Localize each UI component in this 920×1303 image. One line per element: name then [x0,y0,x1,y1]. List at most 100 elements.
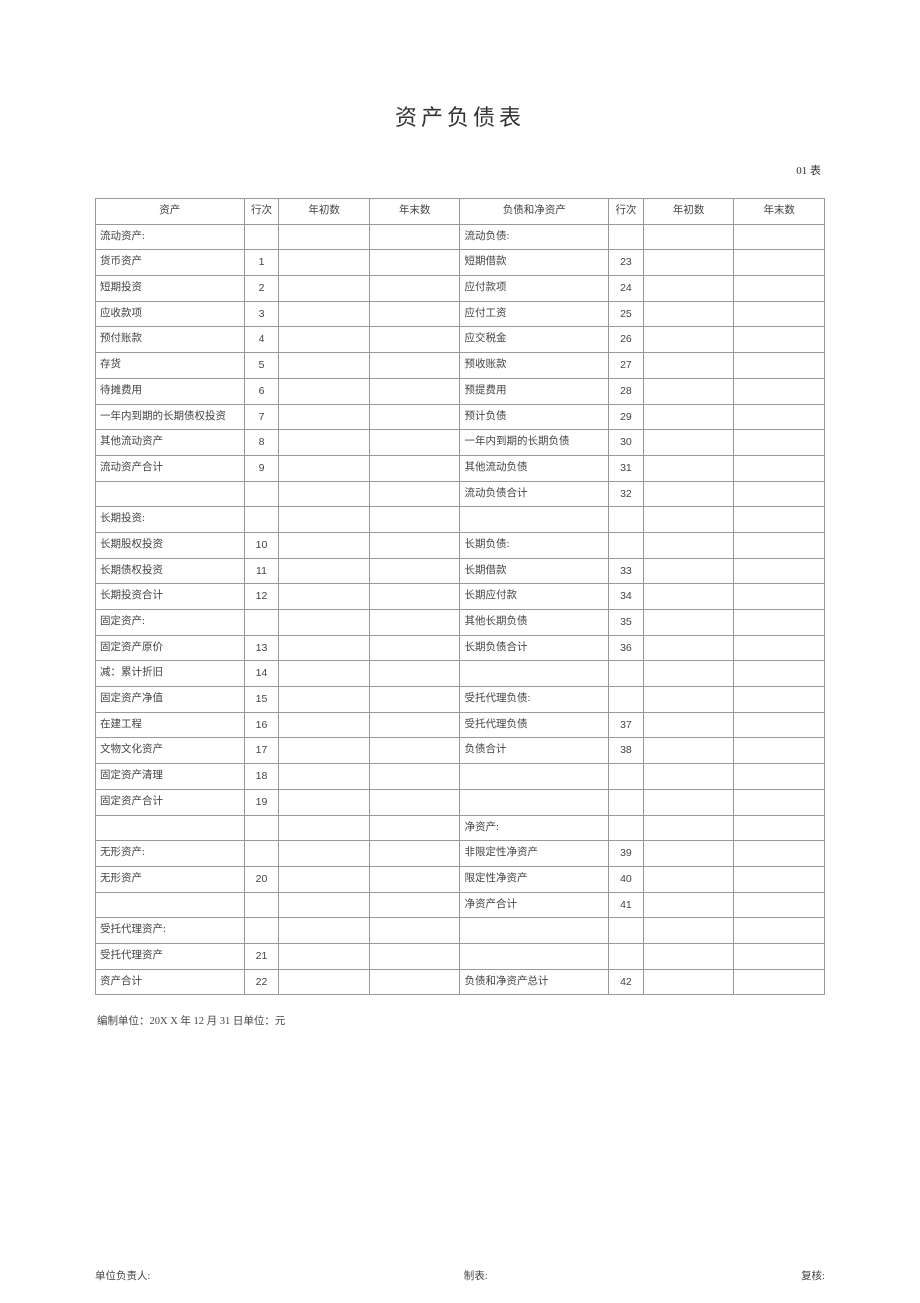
liab-end-cell [734,969,825,995]
footer-reviewer: 复核: [801,1268,825,1283]
table-row: 无形资产20限定性净资产40 [96,866,825,892]
asset-line-cell: 10 [244,532,279,558]
table-row: 文物文化资产17负债合计38 [96,738,825,764]
asset-label-cell: 一年内到期的长期债权投资 [96,404,245,430]
liab-begin-cell [643,455,734,481]
balance-sheet-table: 资产 行次 年初数 年末数 负债和净资产 行次 年初数 年末数 流动资产:流动负… [95,198,825,995]
table-row: 净资产合计41 [96,892,825,918]
page-footer: 单位负责人: 制表: 复核: [0,1268,920,1283]
asset-begin-cell [279,789,370,815]
asset-label-cell: 长期投资: [96,507,245,533]
asset-end-cell [369,353,460,379]
liab-begin-cell [643,789,734,815]
liab-label-cell: 长期负债合计 [460,635,609,661]
liab-end-cell [734,635,825,661]
asset-label-cell: 其他流动资产 [96,430,245,456]
asset-begin-cell [279,558,370,584]
footer-preparer: 制表: [464,1268,488,1283]
asset-begin-cell [279,738,370,764]
liab-begin-cell [643,301,734,327]
table-row: 应收款项3应付工资25 [96,301,825,327]
asset-end-cell [369,404,460,430]
liab-begin-cell [643,404,734,430]
liab-line-cell: 39 [609,841,644,867]
liab-label-cell: 应付工资 [460,301,609,327]
asset-line-cell [244,892,279,918]
asset-begin-cell [279,455,370,481]
liab-end-cell [734,841,825,867]
table-row: 受托代理资产: [96,918,825,944]
asset-line-cell: 19 [244,789,279,815]
liab-begin-cell [643,738,734,764]
asset-end-cell [369,661,460,687]
asset-label-cell [96,815,245,841]
header-end-right: 年末数 [734,199,825,225]
liab-begin-cell [643,943,734,969]
liab-begin-cell [643,584,734,610]
liab-label-cell: 长期借款 [460,558,609,584]
table-row: 长期股权投资10长期负债: [96,532,825,558]
asset-begin-cell [279,250,370,276]
table-row: 长期债权投资11长期借款33 [96,558,825,584]
asset-begin-cell [279,712,370,738]
liab-begin-cell [643,378,734,404]
asset-line-cell: 8 [244,430,279,456]
liab-label-cell: 非限定性净资产 [460,841,609,867]
asset-end-cell [369,943,460,969]
liab-label-cell: 应付款项 [460,276,609,302]
liab-begin-cell [643,507,734,533]
asset-begin-cell [279,481,370,507]
asset-line-cell: 11 [244,558,279,584]
asset-end-cell [369,430,460,456]
asset-end-cell [369,327,460,353]
liab-line-cell: 34 [609,584,644,610]
liab-begin-cell [643,430,734,456]
asset-line-cell [244,224,279,250]
asset-end-cell [369,841,460,867]
liab-label-cell: 负债和净资产总计 [460,969,609,995]
asset-label-cell [96,892,245,918]
table-row: 受托代理资产21 [96,943,825,969]
asset-end-cell [369,738,460,764]
asset-line-cell: 21 [244,943,279,969]
header-line-left: 行次 [244,199,279,225]
liab-line-cell: 32 [609,481,644,507]
table-row: 在建工程16受托代理负债37 [96,712,825,738]
asset-line-cell: 6 [244,378,279,404]
liab-end-cell [734,507,825,533]
liab-line-cell [609,507,644,533]
liab-end-cell [734,404,825,430]
liab-line-cell: 25 [609,301,644,327]
asset-end-cell [369,969,460,995]
asset-label-cell: 待摊费用 [96,378,245,404]
liab-end-cell [734,712,825,738]
liab-begin-cell [643,815,734,841]
liab-label-cell [460,943,609,969]
liab-end-cell [734,455,825,481]
liab-label-cell: 长期负债: [460,532,609,558]
asset-line-cell [244,507,279,533]
liab-end-cell [734,276,825,302]
liab-end-cell [734,687,825,713]
liab-end-cell [734,764,825,790]
liab-label-cell: 净资产合计 [460,892,609,918]
liab-label-cell: 预提费用 [460,378,609,404]
liab-begin-cell [643,276,734,302]
compilation-note: 编制单位：20X X 年 12 月 31 日单位：元 [95,1013,825,1028]
footer-responsible: 单位负责人: [95,1268,150,1283]
asset-label-cell: 货币资产 [96,250,245,276]
asset-begin-cell [279,378,370,404]
asset-end-cell [369,918,460,944]
asset-end-cell [369,635,460,661]
liab-label-cell: 其他流动负债 [460,455,609,481]
asset-begin-cell [279,224,370,250]
table-row: 存货5预收账款27 [96,353,825,379]
liab-line-cell [609,532,644,558]
table-row: 其他流动资产8一年内到期的长期负债30 [96,430,825,456]
asset-begin-cell [279,943,370,969]
asset-label-cell [96,481,245,507]
liab-line-cell [609,661,644,687]
liab-begin-cell [643,764,734,790]
liab-begin-cell [643,712,734,738]
asset-begin-cell [279,430,370,456]
